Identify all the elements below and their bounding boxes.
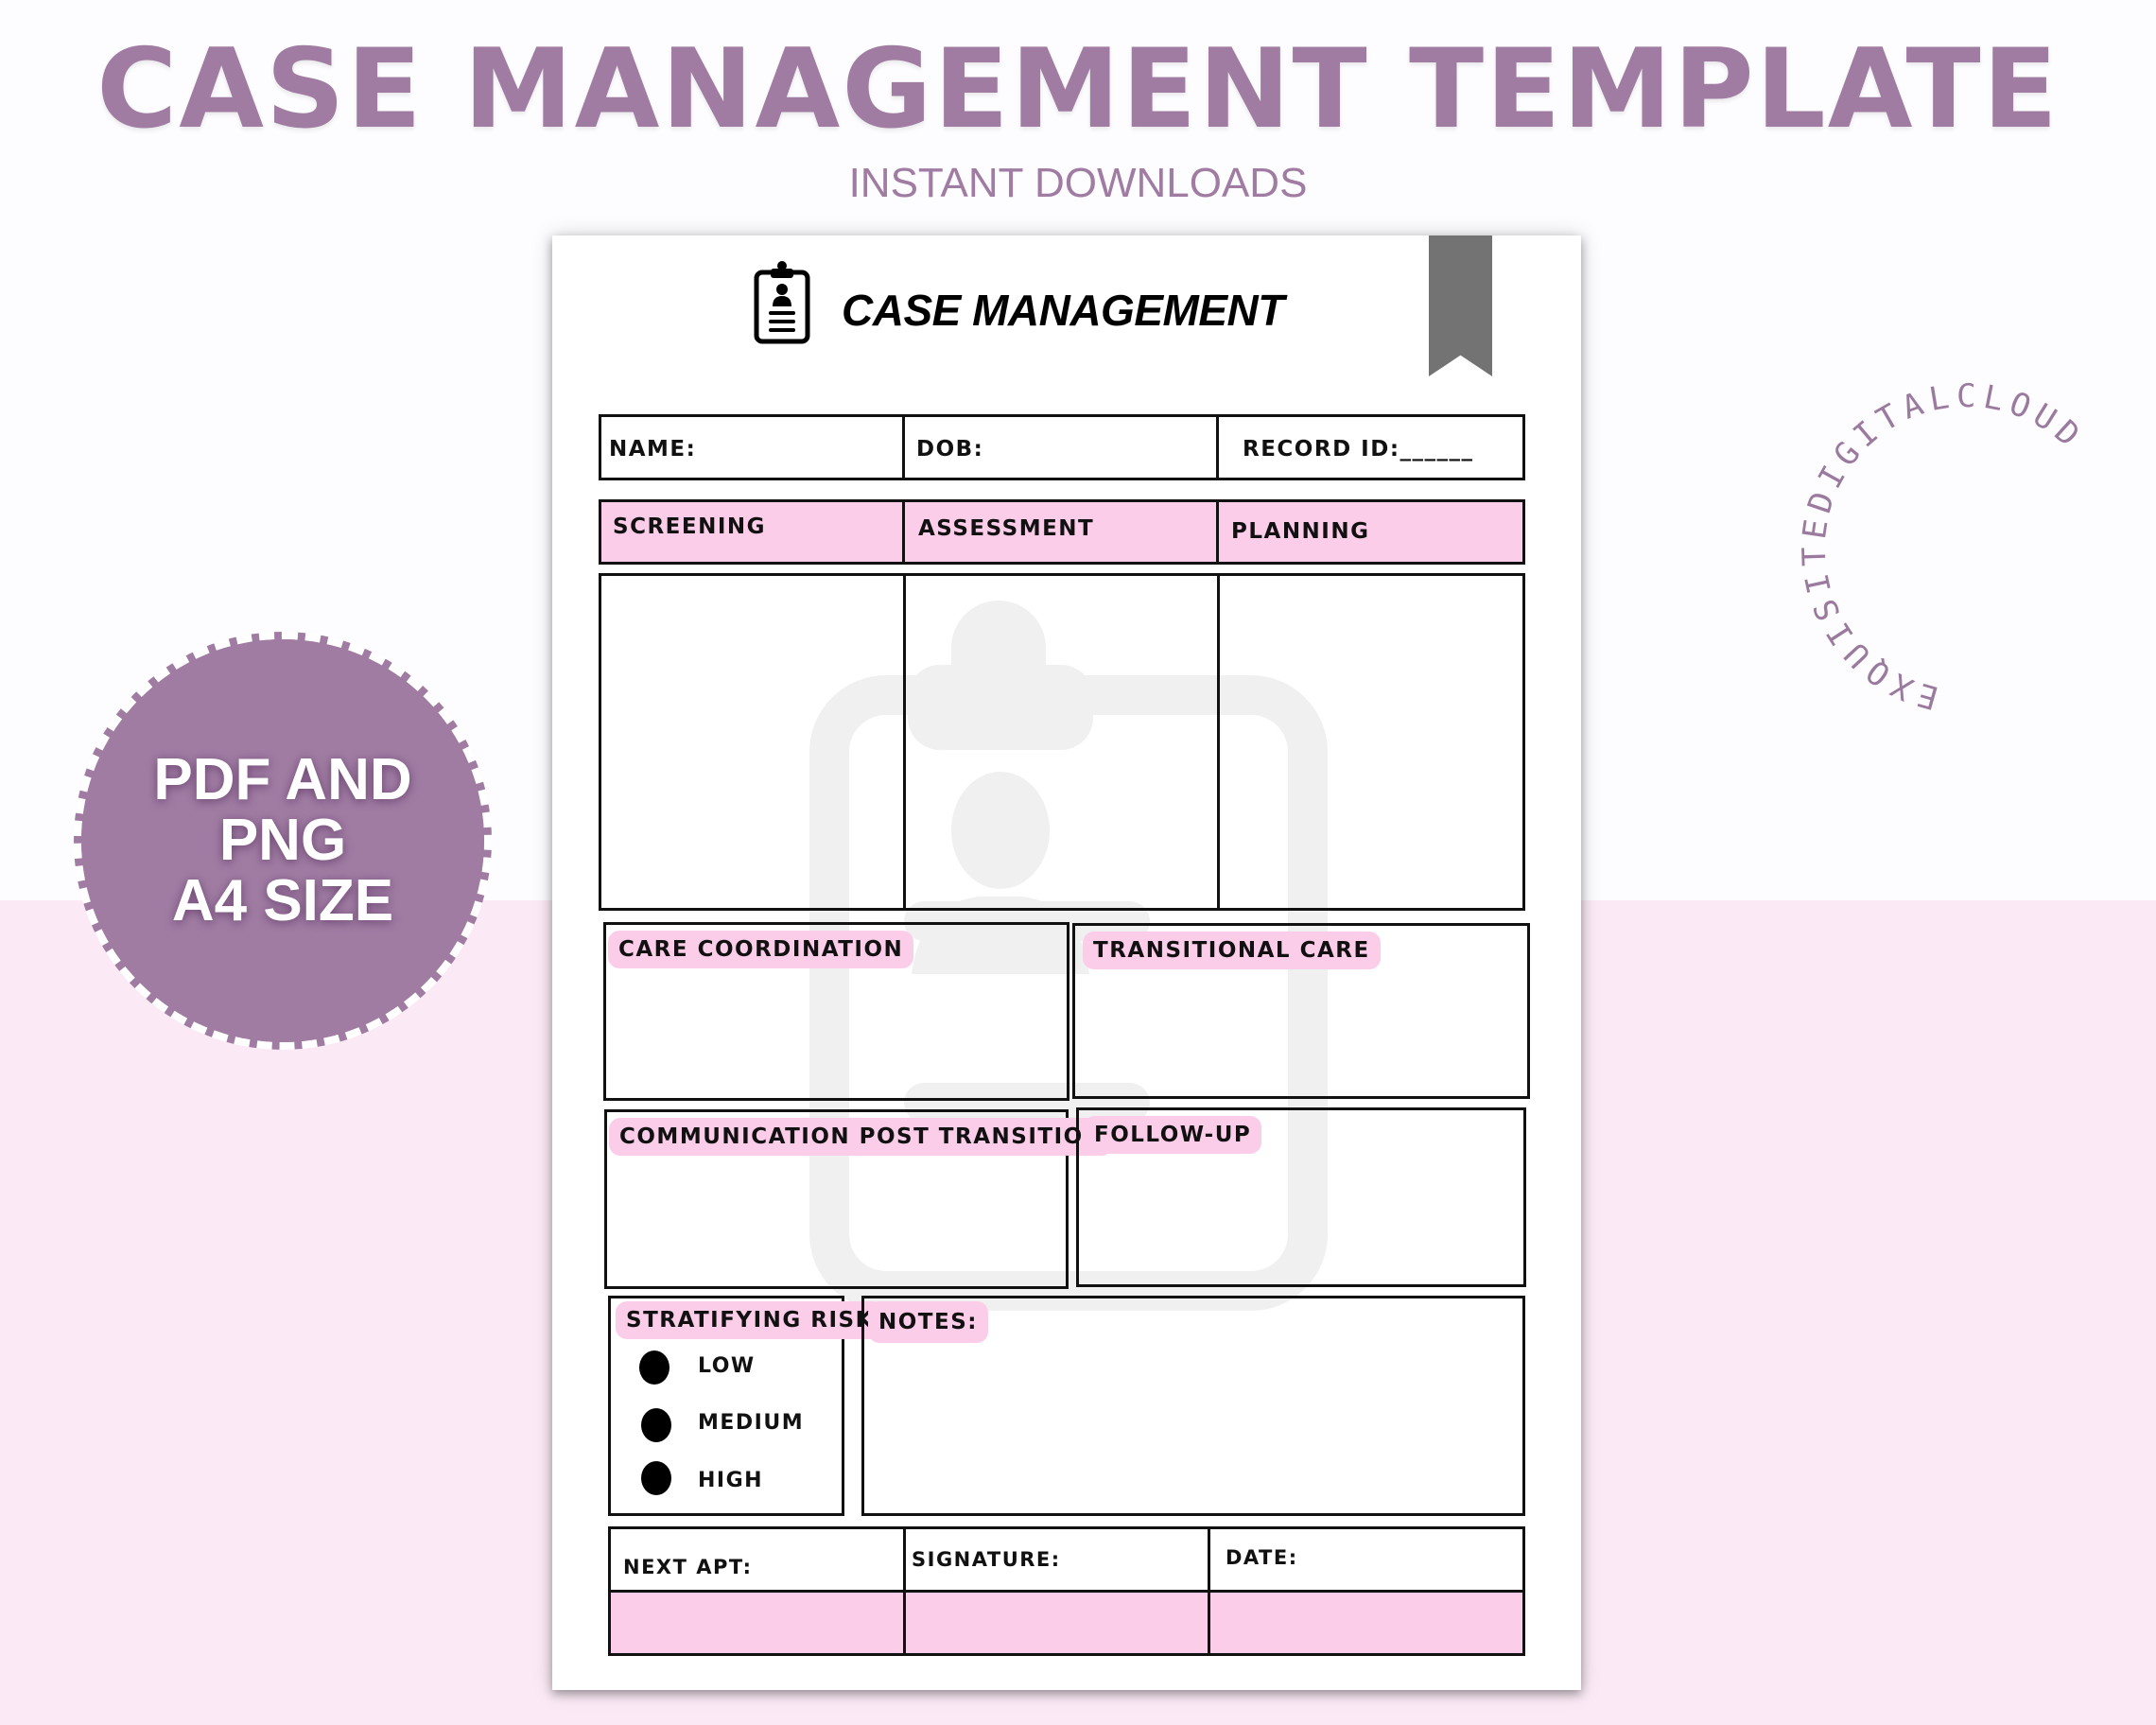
info-row-table: NAME: DOB: RECORD ID:______ [599,414,1525,480]
stage-header-assessment: ASSESSMENT [918,516,1095,541]
transitional-care-box[interactable]: TRANSITIONAL CARE [1072,923,1530,1099]
risk-low-radio[interactable] [639,1350,669,1385]
stratifying-risk-label-pill: STRATIFYING RISK [616,1301,884,1339]
document-page: CASE MANAGEMENT NAME: DOB: RECORD ID:___… [552,235,1581,1690]
care-coordination-box[interactable]: CARE COORDINATION [603,922,1069,1101]
risk-medium-label: MEDIUM [698,1411,805,1435]
name-field-label[interactable]: NAME: [609,437,696,462]
follow-up-box[interactable]: FOLLOW-UP [1076,1107,1526,1287]
risk-medium-radio[interactable] [641,1408,671,1442]
care-coordination-label: CARE COORDINATION [618,937,904,962]
document-title: CASE MANAGEMENT [842,286,1284,335]
banner-title: CASE MANAGEMENT TEMPLATE [96,26,2060,153]
next-apt-label: NEXT APT: [623,1556,753,1578]
stage-header-planning: PLANNING [1231,519,1370,544]
format-badge: PDF AND PNG A4 SIZE [81,639,484,1042]
footer-table: NEXT APT: SIGNATURE: DATE: [608,1526,1525,1656]
signature-label: SIGNATURE: [912,1548,1061,1571]
badge-line-1: PDF AND [153,747,412,812]
transitional-care-label: TRANSITIONAL CARE [1093,938,1370,963]
communication-post-transition-box[interactable]: COMMUNICATION POST TRANSITION [604,1109,1114,1289]
transitional-care-label-pill: TRANSITIONAL CARE [1083,932,1381,969]
notes-box[interactable]: NOTES: [861,1296,1525,1516]
risk-low-label: LOW [698,1354,756,1378]
screening-input-area[interactable] [601,576,903,908]
assessment-input-area[interactable] [906,576,1217,908]
brand-circle-text: EXQUISITEDIGITALCLOUD [1797,378,2092,717]
bookmark-ribbon-icon [1429,235,1492,376]
communication-label-pill: COMMUNICATION POST TRANSITION [609,1118,1114,1156]
risk-high-label: HIGH [698,1469,764,1492]
risk-high-radio[interactable] [641,1461,671,1495]
planning-input-area[interactable] [1220,576,1522,908]
notes-label: NOTES: [878,1310,978,1334]
notes-label-pill: NOTES: [868,1301,988,1343]
follow-up-label: FOLLOW-UP [1094,1123,1252,1147]
clipboard-person-icon [754,261,810,344]
care-coordination-label-pill: CARE COORDINATION [608,931,914,968]
date-input[interactable] [1210,1593,1522,1653]
brand-ring-text: EXQUISITEDIGITALCLOUD [1797,378,2085,717]
communication-label: COMMUNICATION POST TRANSITION [619,1124,1104,1149]
record-id-field-label[interactable]: RECORD ID:______ [1243,437,1474,462]
stratifying-risk-label: STRATIFYING RISK [626,1308,874,1333]
stages-body-row [599,573,1525,911]
follow-up-label-pill: FOLLOW-UP [1084,1116,1262,1154]
badge-line-3: A4 SIZE [171,868,394,933]
next-apt-input[interactable] [611,1593,903,1653]
svg-text:EXQUISITEDIGITALCLOUD: EXQUISITEDIGITALCLOUD [1797,378,2092,717]
stages-header-row: SCREENING ASSESSMENT PLANNING [599,499,1525,565]
stratifying-risk-box: STRATIFYING RISK LOW MEDIUM HIGH [608,1296,884,1516]
signature-input[interactable] [906,1593,1208,1653]
dob-field-label[interactable]: DOB: [916,437,983,462]
date-label: DATE: [1226,1546,1298,1569]
badge-line-2: PNG [218,808,347,873]
banner-subtitle: INSTANT DOWNLOADS [848,160,1308,206]
stage-header-screening: SCREENING [613,514,767,539]
